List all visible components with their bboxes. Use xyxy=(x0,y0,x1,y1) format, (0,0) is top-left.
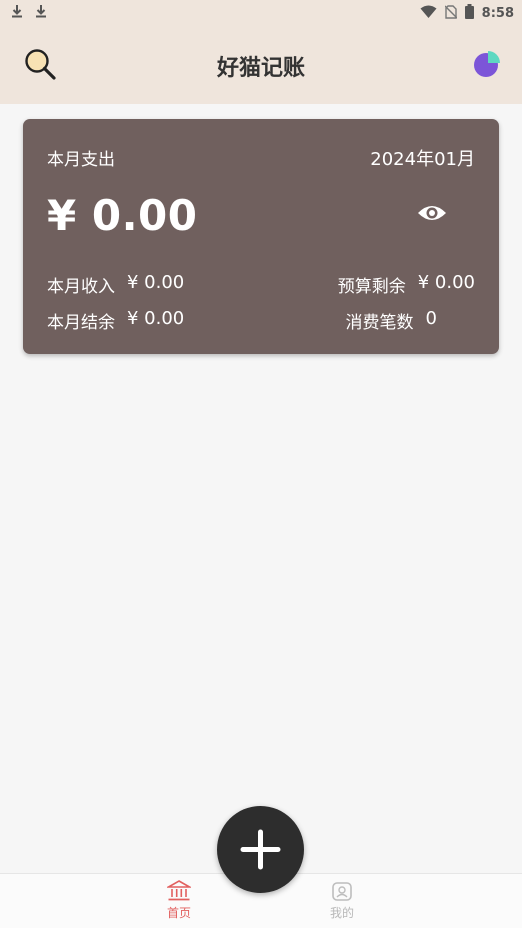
add-record-button[interactable] xyxy=(217,806,304,893)
status-time: 8:58 xyxy=(481,6,514,21)
wifi-icon xyxy=(420,5,437,23)
monthly-expense-amount: ¥ 0.00 xyxy=(47,191,198,240)
count-label: 消费笔数 xyxy=(345,313,414,333)
income-label: 本月收入 xyxy=(47,277,115,297)
status-right: 8:58 xyxy=(420,4,514,23)
statistics-button[interactable] xyxy=(472,49,502,79)
balance-stat: 本月结余 ¥ 0.00 xyxy=(47,308,184,333)
plus-icon xyxy=(240,829,281,870)
nav-home[interactable]: 首页 xyxy=(149,880,209,921)
month-selector[interactable]: 2024年01月 xyxy=(370,145,475,171)
download-icon xyxy=(10,4,24,22)
balance-label: 本月结余 xyxy=(47,313,115,333)
download-icon xyxy=(34,4,48,22)
app-screen: 8:58 好猫记账 本月支出 2024年01月 ¥ 0.00 本月收入 ¥ 0.… xyxy=(0,0,522,928)
count-stat: 消费笔数 0 xyxy=(346,308,437,333)
count-value: 0 xyxy=(425,308,437,329)
income-value: ¥ 0.00 xyxy=(127,272,185,293)
nav-home-label: 首页 xyxy=(166,906,191,920)
page-title: 好猫记账 xyxy=(216,56,305,81)
nav-mine[interactable]: 我的 xyxy=(312,880,372,921)
budget-label: 预算剩余 xyxy=(337,277,406,297)
balance-value: ¥ 0.00 xyxy=(127,308,185,329)
toggle-visibility-button[interactable] xyxy=(417,201,447,225)
budget-value: ¥ 0.00 xyxy=(417,272,475,293)
status-left xyxy=(10,4,48,22)
pie-chart-icon xyxy=(474,51,500,77)
no-sim-icon xyxy=(444,4,458,23)
app-header: 好猫记账 xyxy=(0,26,522,104)
bank-icon xyxy=(167,880,191,901)
profile-icon xyxy=(332,882,352,901)
income-stat: 本月收入 ¥ 0.00 xyxy=(47,272,184,297)
eye-icon xyxy=(418,206,446,220)
monthly-expense-label: 本月支出 xyxy=(47,150,115,170)
nav-mine-label: 我的 xyxy=(329,906,354,920)
monthly-summary-card: 本月支出 2024年01月 ¥ 0.00 本月收入 ¥ 0.00 预算剩余 ¥ … xyxy=(23,119,499,354)
budget-stat: 预算剩余 ¥ 0.00 xyxy=(338,272,475,297)
battery-icon xyxy=(464,4,474,23)
status-bar: 8:58 xyxy=(0,0,522,26)
